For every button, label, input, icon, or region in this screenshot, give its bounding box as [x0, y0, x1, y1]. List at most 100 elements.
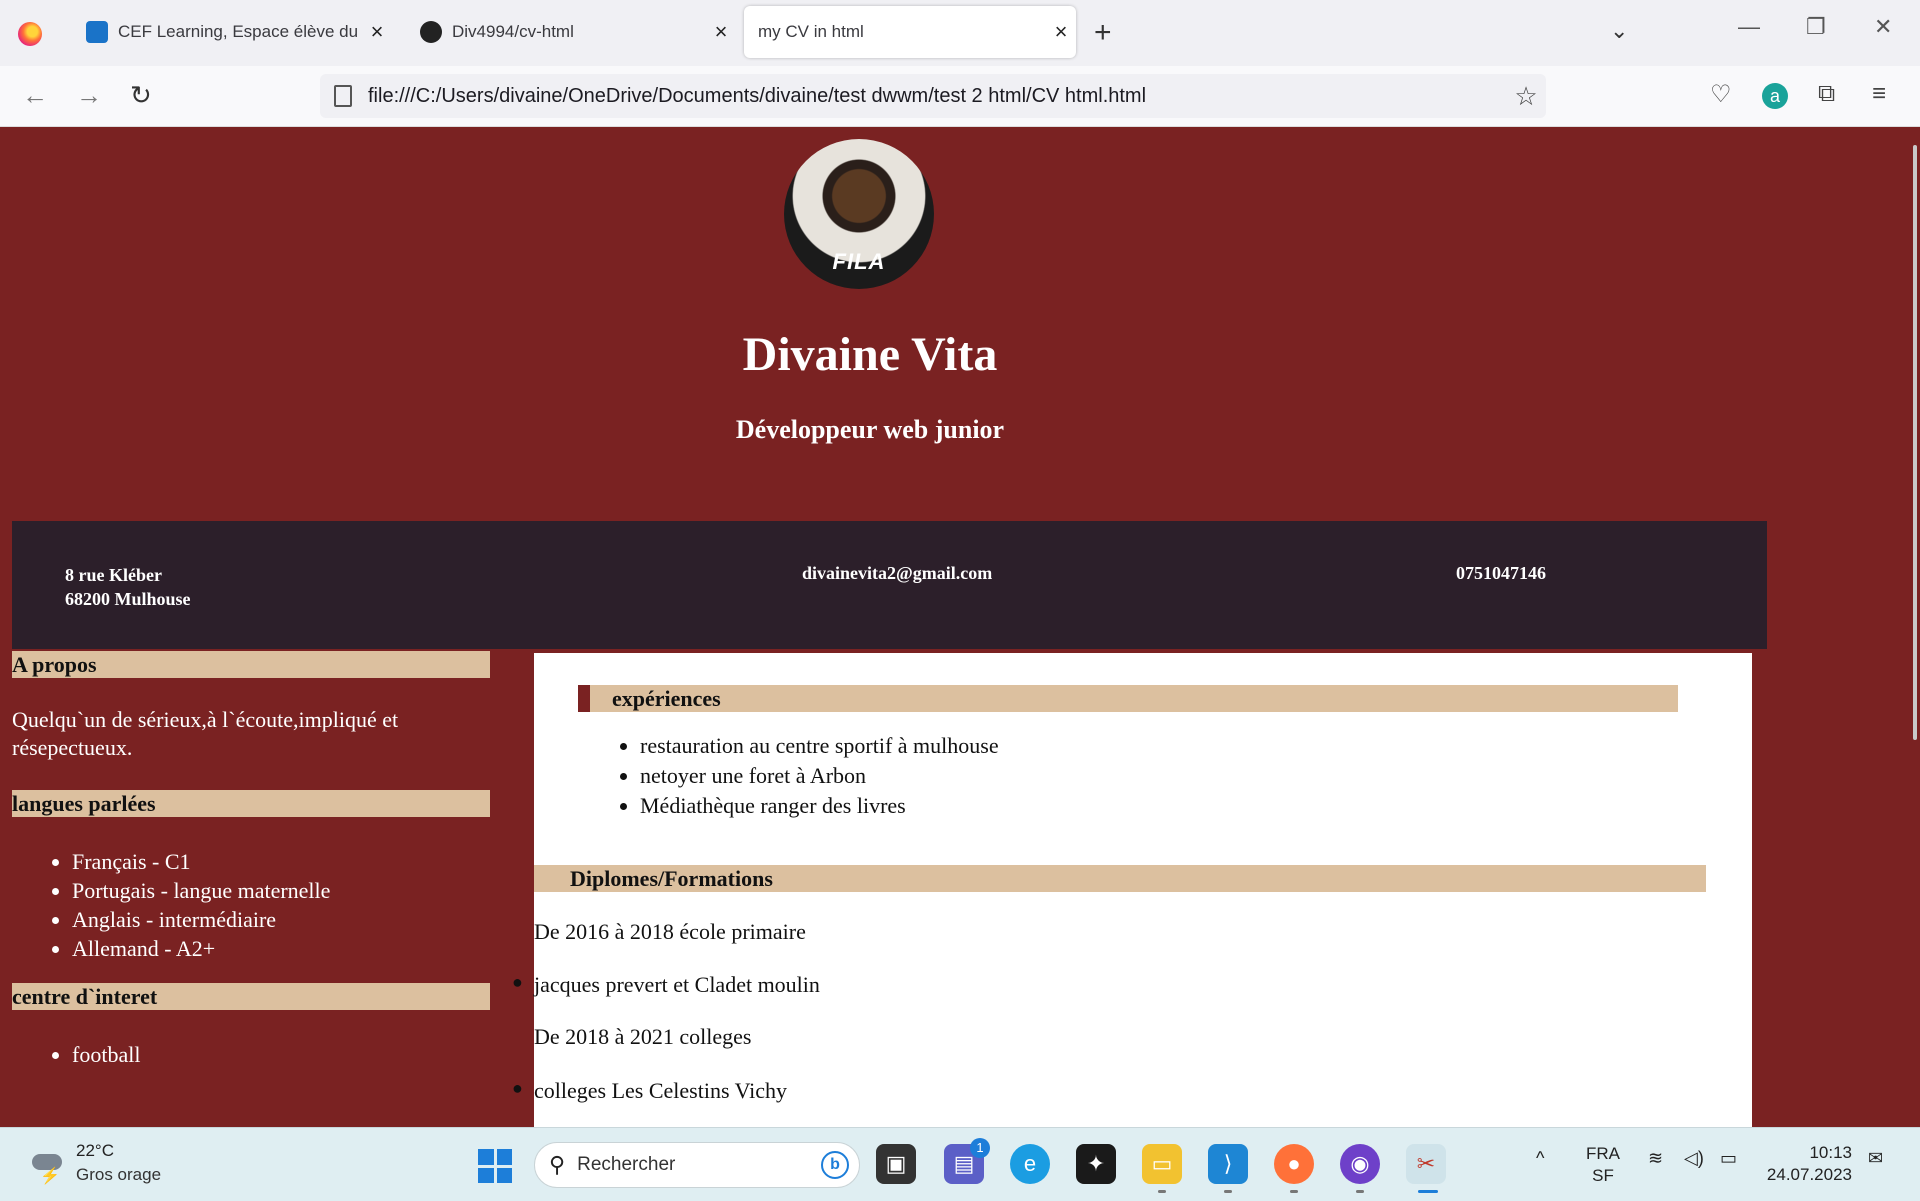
chevron-up-icon[interactable]: ^ — [1536, 1148, 1544, 1169]
edge-icon[interactable]: e — [1010, 1144, 1050, 1184]
tab-title: CEF Learning, Espace élève du C — [118, 22, 362, 41]
cef-favicon-icon — [86, 21, 108, 43]
diplomas-heading: Diplomes/Formations — [534, 865, 1706, 892]
pocket-icon[interactable]: ♡ — [1710, 80, 1732, 109]
close-tab-icon[interactable]: × — [1046, 19, 1076, 45]
right-column: expériences restauration au centre sport… — [512, 653, 1752, 1127]
tab-title: my CV in html — [758, 22, 864, 41]
dropbox-icon[interactable]: ✦ — [1076, 1144, 1116, 1184]
navigation-bar: ← → ↻ file:///C:/Users/divaine/OneDrive/… — [0, 66, 1920, 127]
language-indicator[interactable]: FRA SF — [1586, 1143, 1620, 1187]
tab-my-cv[interactable]: my CV in html × — [744, 6, 1076, 58]
page-scrollbar[interactable] — [1913, 145, 1917, 740]
interests-list: football — [12, 1040, 490, 1069]
chevron-down-icon[interactable]: ⌄ — [1610, 18, 1628, 44]
github-desktop-icon[interactable]: ◉ — [1340, 1144, 1380, 1184]
minimize-icon[interactable]: — — [1738, 14, 1760, 40]
volume-icon[interactable]: ◁) — [1684, 1148, 1704, 1169]
about-heading: A propos — [12, 651, 490, 678]
page-icon — [334, 85, 352, 107]
list-item: Portugais - langue maternelle — [72, 876, 490, 905]
weather-temperature[interactable]: 22°C — [76, 1141, 114, 1161]
close-window-icon[interactable]: ✕ — [1874, 14, 1892, 40]
running-indicator — [1224, 1190, 1232, 1193]
clock-time: 10:13 — [1809, 1143, 1852, 1162]
list-item: restauration au centre sportif à mulhous… — [640, 731, 999, 761]
photo-shirt-logo: FILA — [832, 249, 886, 274]
weather-description[interactable]: Gros orage — [76, 1165, 161, 1185]
task-view-icon[interactable]: ▣ — [876, 1144, 916, 1184]
list-item: football — [72, 1040, 490, 1069]
list-item: Médiathèque ranger des livres — [640, 791, 999, 821]
close-tab-icon[interactable]: × — [362, 19, 392, 45]
left-column: A propos Quelqu`un de sérieux,à l`écoute… — [12, 651, 490, 1089]
bullet-icon: ● — [512, 1078, 523, 1098]
firefox-menu-icon[interactable] — [18, 22, 42, 46]
bullet-icon: ● — [512, 972, 523, 992]
extensions-icon[interactable]: ⧉ — [1818, 80, 1835, 108]
contact-bar: 8 rue Kléber 68200 Mulhouse divainevita2… — [12, 521, 1767, 649]
battery-icon[interactable]: ▭ — [1720, 1148, 1737, 1169]
list-item: Français - C1 — [72, 847, 490, 876]
diploma-line: ● colleges Les Celestins Vichy — [512, 1078, 788, 1104]
notifications-icon[interactable]: ✉ — [1868, 1148, 1883, 1169]
experiences-list: restauration au centre sportif à mulhous… — [578, 731, 999, 821]
tab-bar: CEF Learning, Espace élève du C × Div499… — [0, 0, 1920, 66]
running-indicator — [1158, 1190, 1166, 1193]
wifi-icon[interactable]: ≋ — [1648, 1148, 1663, 1169]
diploma-line-text: colleges Les Celestins Vichy — [534, 1078, 788, 1103]
vscode-icon[interactable]: ⟩ — [1208, 1144, 1248, 1184]
snipping-tool-icon[interactable]: ✂ — [1406, 1144, 1446, 1184]
back-icon[interactable]: ← — [22, 80, 48, 110]
interests-heading: centre d`interet — [12, 983, 490, 1010]
taskbar-search[interactable]: ⚲ Rechercher b — [534, 1142, 860, 1188]
bookmark-star-icon[interactable]: ☆ — [1506, 81, 1546, 112]
address-line: 68200 Mulhouse — [65, 589, 191, 609]
diploma-line: ● jacques prevert et Cladet moulin — [512, 972, 820, 998]
active-indicator — [1418, 1190, 1438, 1193]
language-code: FRA — [1586, 1144, 1620, 1163]
about-text: Quelqu`un de sérieux,à l`écoute,impliqué… — [12, 707, 399, 760]
firefox-icon[interactable]: ● — [1274, 1144, 1314, 1184]
languages-heading: langues parlées — [12, 790, 490, 817]
contact-email: divainevita2@gmail.com — [802, 563, 993, 583]
list-item: netoyer une foret à Arbon — [640, 761, 999, 791]
profile-photo: FILA — [784, 139, 934, 289]
cv-name: Divaine Vita — [742, 328, 998, 381]
url-text[interactable]: file:///C:/Users/divaine/OneDrive/Docume… — [368, 85, 1506, 108]
windows-start-icon[interactable] — [478, 1149, 512, 1183]
diploma-line: De 2016 à 2018 école primaire — [534, 919, 806, 944]
running-indicator — [1290, 1190, 1298, 1193]
weather-storm-icon[interactable]: ⚡ — [28, 1146, 64, 1185]
restore-icon[interactable]: ❐ — [1806, 14, 1826, 40]
new-tab-icon[interactable]: + — [1094, 16, 1112, 50]
list-item: Anglais - intermédiaire — [72, 905, 490, 934]
experiences-heading: expériences — [578, 685, 1678, 712]
cv-role: Développeur web junior — [735, 415, 1005, 444]
tab-github[interactable]: Div4994/cv-html × — [406, 6, 736, 58]
tab-title: Div4994/cv-html — [452, 22, 574, 41]
search-placeholder: Rechercher — [577, 1154, 676, 1175]
cv-page: FILA Divaine Vita Développeur web junior… — [0, 127, 1920, 1127]
diploma-line-text: jacques prevert et Cladet moulin — [534, 972, 820, 997]
address-line: 8 rue Kléber — [65, 565, 162, 585]
address-bar[interactable]: file:///C:/Users/divaine/OneDrive/Docume… — [320, 74, 1546, 118]
list-item: Allemand - A2+ — [72, 934, 490, 963]
search-icon: ⚲ — [549, 1152, 566, 1177]
bing-icon[interactable]: b — [821, 1151, 849, 1179]
forward-icon[interactable]: → — [76, 80, 102, 110]
taskbar: ⚡ 22°C Gros orage ⚲ Rechercher b ▣ ▤ 1 e … — [0, 1127, 1920, 1201]
languages-list: Français - C1 Portugais - langue materne… — [12, 847, 490, 963]
close-tab-icon[interactable]: × — [706, 19, 736, 45]
amazon-extension-icon[interactable]: a — [1762, 83, 1788, 109]
menu-icon[interactable]: ≡ — [1872, 80, 1886, 108]
contact-address: 8 rue Kléber 68200 Mulhouse — [65, 563, 191, 611]
clock-date: 24.07.2023 — [1766, 1165, 1852, 1184]
file-explorer-icon[interactable]: ▭ — [1142, 1144, 1182, 1184]
diploma-line: De 2018 à 2021 colleges — [534, 1024, 752, 1049]
contact-phone: 0751047146 — [1456, 563, 1546, 583]
tab-cef-learning[interactable]: CEF Learning, Espace élève du C × — [72, 6, 392, 58]
reload-icon[interactable]: ↻ — [130, 80, 152, 110]
teams-chat-icon[interactable]: ▤ 1 — [944, 1138, 990, 1184]
clock[interactable]: 10:13 24.07.2023 — [1766, 1142, 1852, 1186]
